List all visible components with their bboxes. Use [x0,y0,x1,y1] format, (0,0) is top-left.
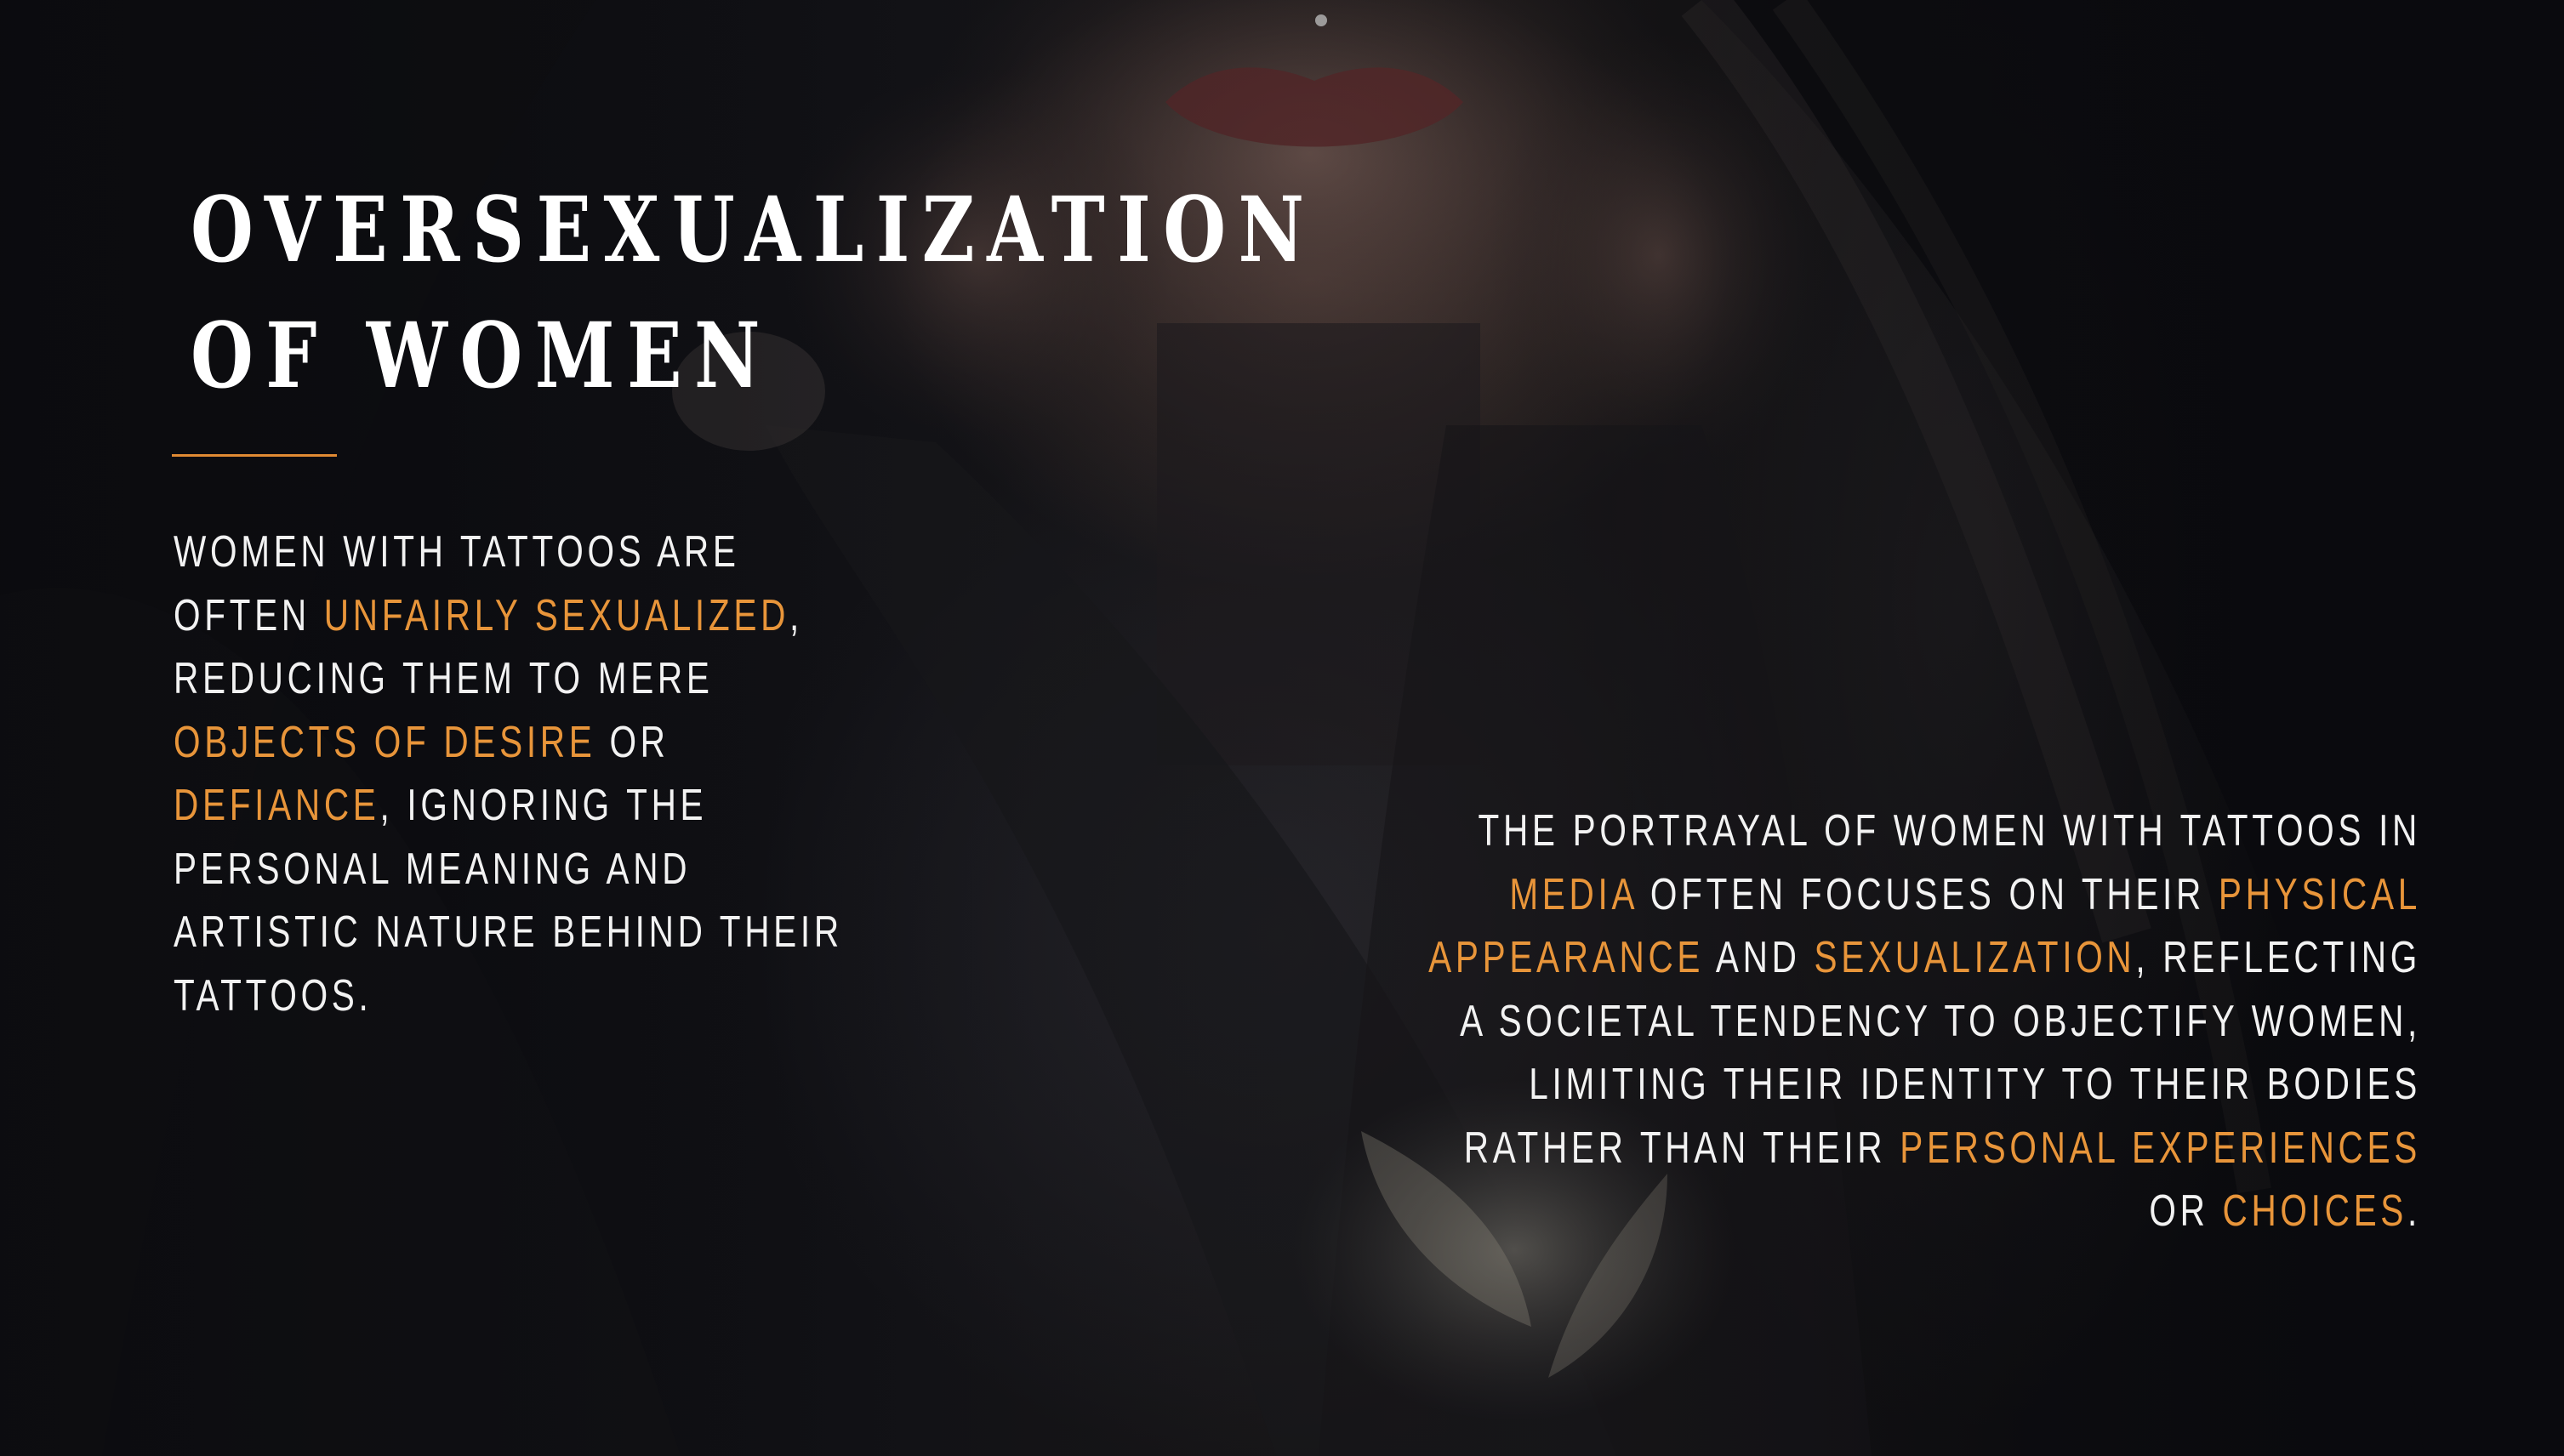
right-paragraph: The portrayal of women with tattoos in m… [1403,799,2421,1243]
slide: Oversexualization of Women Women with ta… [0,0,2564,1456]
highlight-text: choices [2222,1186,2408,1236]
page-title: Oversexualization of Women [191,176,1317,408]
highlight-text: sexualization [1814,933,2136,982]
highlight-text: defiance [174,781,380,830]
text-run: or [595,717,669,767]
highlight-text: unfairly sexualized [323,590,790,640]
text-run: The portrayal of women with tattoos in [1478,806,2421,856]
text-run: often focuses on their [1636,869,2219,919]
text-run: . [2407,1186,2421,1236]
title-divider [172,454,337,457]
text-run: and [1704,933,1815,982]
left-paragraph: Women with tattoos are often unfairly se… [174,520,877,1027]
text-run: or [2149,1186,2223,1236]
highlight-text: media [1509,869,1637,919]
highlight-text: objects of desire [174,717,596,767]
highlight-text: personal experiences [1900,1123,2421,1173]
